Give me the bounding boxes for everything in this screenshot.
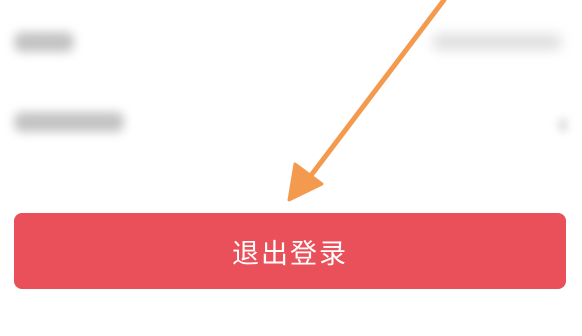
blurred-row-label	[14, 112, 124, 132]
logout-button-label: 退出登录	[232, 238, 348, 270]
arrow-head	[287, 162, 324, 202]
settings-row-blurred-2[interactable]	[0, 88, 582, 158]
settings-row-blurred-1[interactable]	[0, 8, 582, 78]
chevron-right-icon	[558, 118, 568, 132]
settings-screen: 退出登录	[0, 0, 582, 336]
blurred-row-label	[14, 32, 74, 52]
logout-button[interactable]: 退出登录	[14, 213, 566, 289]
blurred-row-value	[432, 34, 562, 50]
